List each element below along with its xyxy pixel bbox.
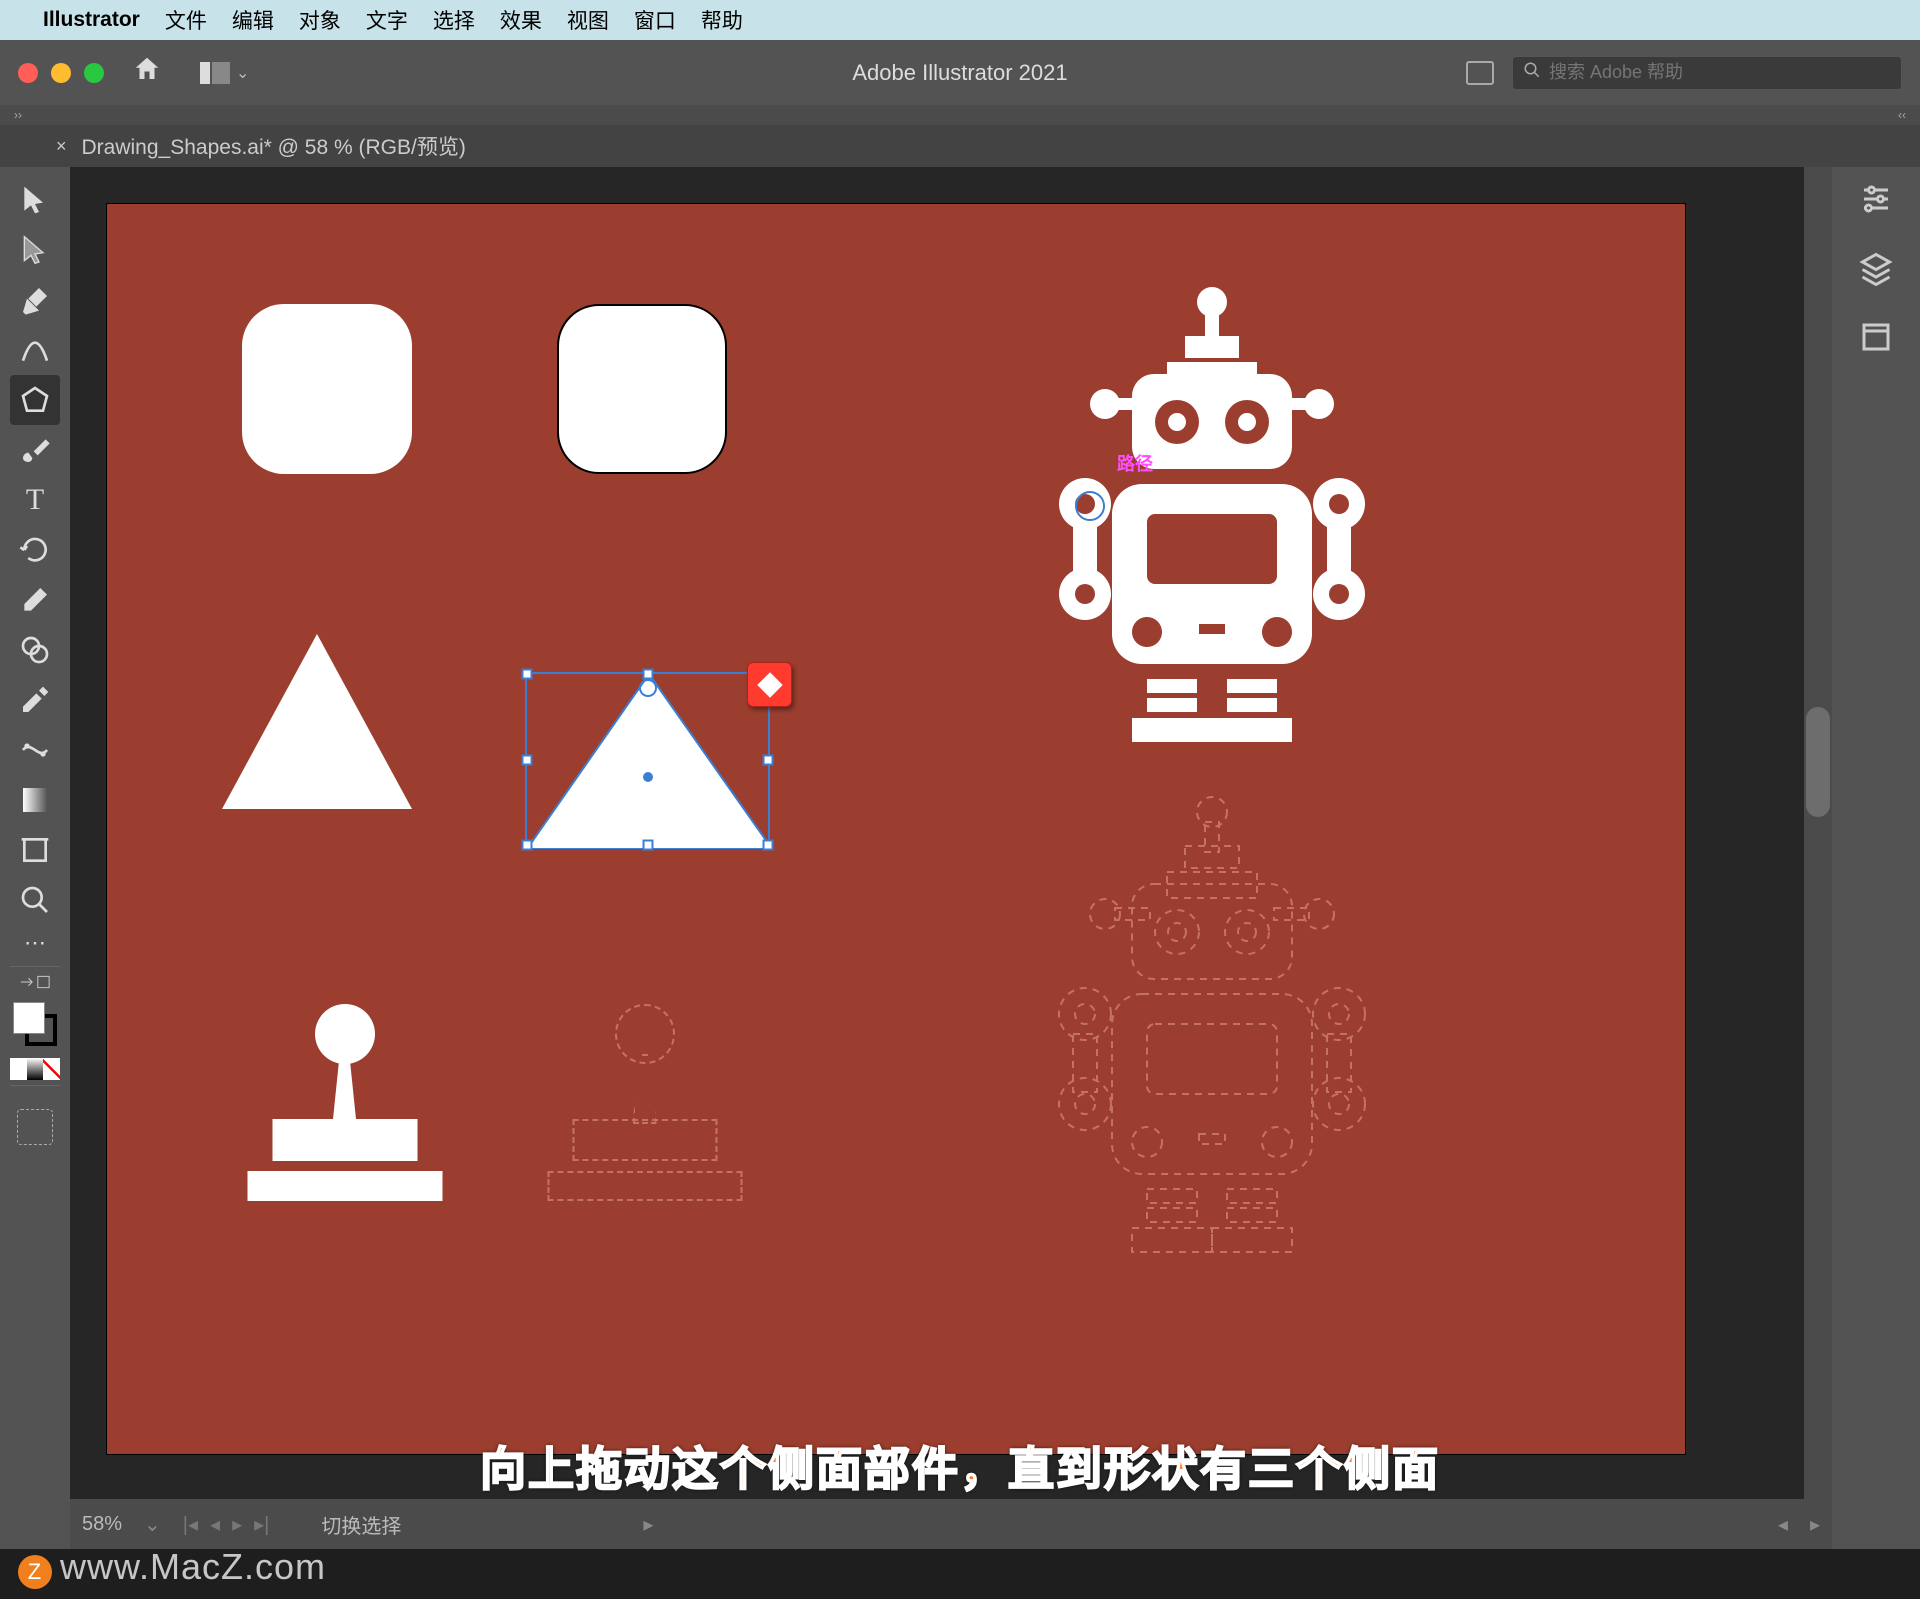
mac-menubar: Illustrator 文件 编辑 对象 文字 选择 效果 视图 窗口 帮助 [0,0,1920,40]
close-tab-button[interactable]: × [56,136,67,157]
expand-toolbox-icon[interactable]: ›› [14,108,22,122]
expand-panels-icon[interactable]: ‹‹ [1898,108,1906,122]
workspace-switcher[interactable]: ⌄ [200,62,249,84]
traffic-lights [18,63,104,83]
bbox-handle-ml[interactable] [522,754,533,765]
edge-widget-icon[interactable] [639,679,657,697]
triangle-white[interactable] [222,634,412,809]
fill-stroke-swap-icon[interactable] [10,972,60,992]
document-tab-label[interactable]: Drawing_Shapes.ai* @ 58 % (RGB/预览) [82,131,466,161]
next-artboard-button[interactable]: ▸ [232,1512,242,1537]
window-title: Adobe Illustrator 2021 [852,60,1067,86]
zoom-level[interactable]: 58% [82,1513,122,1536]
watermark-text: www.MacZ.com [60,1546,326,1587]
vertical-scrollbar[interactable] [1804,167,1832,1549]
menu-file[interactable]: 文件 [165,5,207,35]
joystick-outline[interactable] [547,1004,742,1204]
h-scroll-left[interactable]: ◂ [1778,1512,1788,1537]
document-tab-bar: × Drawing_Shapes.ai* @ 58 % (RGB/预览) [0,125,1920,167]
search-icon [1523,61,1541,84]
artboard-tool[interactable] [10,825,60,875]
toolbox-divider [10,1085,60,1086]
fill-stroke-control[interactable] [13,1002,57,1046]
rounded-rect-stroked[interactable] [557,304,727,474]
shape-builder-tool[interactable] [10,625,60,675]
last-artboard-button[interactable]: ▸| [254,1512,269,1537]
prev-artboard-button[interactable]: ◂ [210,1512,220,1537]
direct-selection-tool[interactable] [10,225,60,275]
hover-anchor-ring-icon [1075,491,1105,521]
panel-dock [1832,167,1920,1549]
tutorial-caption: 向上拖动这个侧面部件，直到形状有三个侧面 [480,1433,1440,1499]
zoom-dropdown-icon[interactable]: ⌄ [144,1512,161,1537]
minimize-window-button[interactable] [51,63,71,83]
bbox-handle-mr[interactable] [763,754,774,765]
menu-select[interactable]: 选择 [433,5,475,35]
menu-effect[interactable]: 效果 [500,5,542,35]
color-mode-toggle[interactable] [10,1058,60,1080]
rotate-tool[interactable] [10,525,60,575]
libraries-panel-icon[interactable] [1858,319,1894,360]
bbox-handle-tl[interactable] [522,669,533,680]
menu-edit[interactable]: 编辑 [232,5,274,35]
smart-guide-label: 路径 [1117,450,1153,476]
maximize-window-button[interactable] [84,63,104,83]
eraser-tool[interactable] [10,575,60,625]
bbox-handle-bl[interactable] [522,840,533,851]
selection-info[interactable]: 切换选择 [321,1510,401,1539]
close-window-button[interactable] [18,63,38,83]
rounded-rect-white[interactable] [242,304,412,474]
bbox-handle-br[interactable] [763,840,774,851]
menu-view[interactable]: 视图 [567,5,609,35]
type-tool[interactable]: T [10,475,60,525]
width-tool[interactable] [10,725,60,775]
fill-swatch[interactable] [13,1002,45,1034]
help-search[interactable] [1512,56,1902,90]
artboard[interactable]: 路径 [106,203,1686,1455]
window-titlebar: ⌄ Adobe Illustrator 2021 [0,40,1920,105]
canvas[interactable]: 路径 [70,167,1832,1499]
arrange-documents-icon[interactable] [1466,61,1494,85]
main-area: T ⋯ [0,167,1920,1549]
home-button[interactable] [132,54,162,91]
paintbrush-tool[interactable] [10,425,60,475]
joystick-solid[interactable] [247,1004,442,1204]
help-search-input[interactable] [1549,62,1891,83]
selection-dropdown-icon[interactable]: ▸ [643,1512,653,1537]
edit-toolbar-button[interactable]: ⋯ [10,925,60,961]
menu-object[interactable]: 对象 [299,5,341,35]
toolbox: T ⋯ [0,167,70,1549]
selected-triangle[interactable] [525,672,770,847]
polygon-tool[interactable] [10,375,60,425]
zoom-tool[interactable] [10,875,60,925]
watermark: Zwww.MacZ.com [18,1546,326,1589]
polygon-side-widget[interactable] [747,662,792,707]
status-bar: 58% ⌄ |◂ ◂ ▸ ▸| 切换选择 ▸ ◂ ▸ [70,1499,1832,1549]
gradient-tool[interactable] [10,775,60,825]
app-name[interactable]: Illustrator [43,8,140,32]
pen-tool[interactable] [10,275,60,325]
h-scroll-right[interactable]: ▸ [1810,1512,1820,1537]
properties-panel-icon[interactable] [1858,181,1894,222]
menu-type[interactable]: 文字 [366,5,408,35]
selection-tool[interactable] [10,175,60,225]
bbox-handle-bc[interactable] [642,840,653,851]
menu-help[interactable]: 帮助 [701,5,743,35]
robot-outline[interactable] [977,784,1447,1269]
bbox-handle-tc[interactable] [642,669,653,680]
scrollbar-thumb[interactable] [1806,707,1830,817]
watermark-badge-icon: Z [18,1555,52,1589]
center-point-icon [643,772,653,782]
first-artboard-button[interactable]: |◂ [183,1512,198,1537]
control-bar: ›› ‹‹ [0,105,1920,125]
robot-solid[interactable] [977,274,1447,759]
artboard-nav: |◂ ◂ ▸ ▸| [183,1512,270,1537]
layers-panel-icon[interactable] [1858,250,1894,291]
draw-mode-normal[interactable] [17,1109,53,1145]
eyedropper-tool[interactable] [10,675,60,725]
menu-window[interactable]: 窗口 [634,5,676,35]
curvature-tool[interactable] [10,325,60,375]
